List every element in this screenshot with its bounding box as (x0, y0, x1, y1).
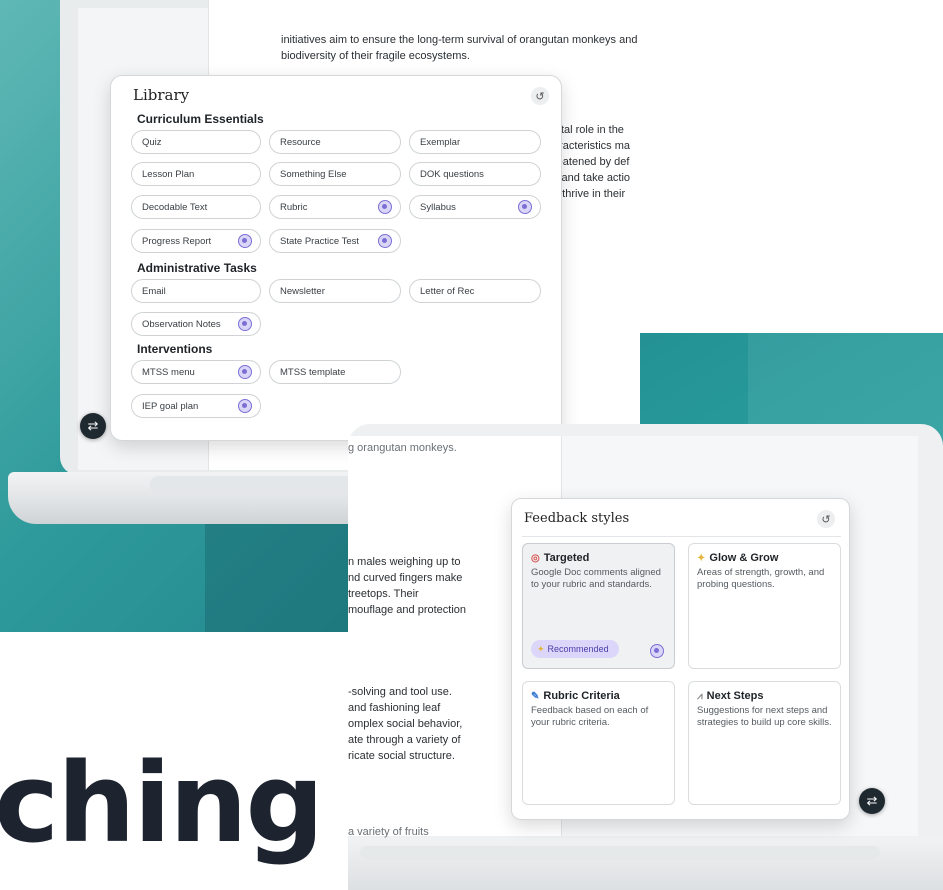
swap-icon: ⇄ (87, 418, 99, 433)
card-description: Google Doc comments aligned to your rubr… (531, 567, 661, 590)
feedback-card-targeted[interactable]: ◎ Targeted Google Doc comments aligned t… (522, 543, 675, 669)
chip-label: Quiz (142, 136, 162, 148)
premium-badge-icon (378, 200, 392, 214)
section-heading: Administrative Tasks (137, 261, 257, 275)
card-title: ◎ Targeted (531, 552, 666, 564)
chip-label: Something Else (280, 168, 347, 180)
premium-badge-icon (650, 644, 664, 658)
doc-line: initiatives aim to ensure the long-term … (281, 34, 638, 46)
divider (522, 536, 841, 537)
chip-label: Observation Notes (142, 318, 221, 330)
recommended-label: Recommended (547, 644, 609, 654)
premium-badge-icon (238, 399, 252, 413)
premium-badge-icon (518, 200, 532, 214)
library-item-mtss-template[interactable]: MTSS template (269, 360, 401, 384)
feedback-styles-title: Feedback styles (524, 511, 630, 526)
card-description: Areas of strength, growth, and probing q… (697, 567, 825, 590)
card-description: Suggestions for next steps and strategie… (697, 705, 832, 728)
swap-icon: ⇄ (866, 793, 878, 808)
recommended-badge: ✦ Recommended (531, 640, 619, 658)
target-icon: ◎ (531, 552, 540, 564)
premium-badge-icon (238, 365, 252, 379)
library-item-email[interactable]: Email (131, 279, 261, 303)
feedback-card-next-steps[interactable]: ⩘ Next Steps Suggestions for next steps … (688, 681, 841, 805)
premium-badge-icon (378, 234, 392, 248)
feedback-card-rubric-criteria[interactable]: ✎ Rubric Criteria Feedback based on each… (522, 681, 675, 805)
library-panel: Library ↺ Curriculum Essentials Quiz Res… (110, 75, 562, 441)
doc-line: reatened by def (553, 156, 630, 168)
hero-word: ching (0, 739, 324, 867)
road-icon: ⩘ (697, 690, 703, 702)
card-title: ✎ Rubric Criteria (531, 690, 666, 702)
library-item-quiz[interactable]: Quiz (131, 130, 261, 154)
library-item-observation-notes[interactable]: Observation Notes (131, 312, 261, 336)
premium-badge-icon (238, 317, 252, 331)
pencil-icon: ✎ (531, 690, 540, 702)
chip-label: Newsletter (280, 285, 325, 297)
doc-line: vital role in the (553, 124, 624, 136)
app-launcher-button[interactable]: ⇄ (80, 413, 106, 439)
library-item-iep-goal-plan[interactable]: IEP goal plan (131, 394, 261, 418)
library-item-decodable-text[interactable]: Decodable Text (131, 195, 261, 219)
chip-label: Syllabus (420, 201, 456, 213)
doc-paragraph-right: vital role in the aracteristics ma reate… (553, 122, 643, 202)
library-item-syllabus[interactable]: Syllabus (409, 195, 541, 219)
undo-icon: ↺ (535, 90, 545, 103)
doc-line: o thrive in their (553, 188, 626, 200)
chip-label: Decodable Text (142, 201, 208, 213)
library-item-dok-questions[interactable]: DOK questions (409, 162, 541, 186)
card-title: ✦ Glow & Grow (697, 552, 832, 564)
section-heading: Curriculum Essentials (137, 112, 264, 126)
doc-paragraph-top: initiatives aim to ensure the long-term … (281, 32, 641, 64)
chip-label: DOK questions (420, 168, 484, 180)
library-reset-button[interactable]: ↺ (531, 87, 549, 105)
library-item-letter-of-rec[interactable]: Letter of Rec (409, 279, 541, 303)
doc-line: s and take actio (553, 172, 631, 184)
chip-label: Exemplar (420, 136, 461, 148)
library-item-something-else[interactable]: Something Else (269, 162, 401, 186)
chip-label: Lesson Plan (142, 168, 195, 180)
app-launcher-button[interactable]: ⇄ (859, 788, 885, 814)
library-item-lesson-plan[interactable]: Lesson Plan (131, 162, 261, 186)
premium-badge-icon (238, 234, 252, 248)
card-title: ⩘ Next Steps (697, 690, 832, 702)
chip-label: Progress Report (142, 235, 212, 247)
library-item-resource[interactable]: Resource (269, 130, 401, 154)
library-item-state-practice-test[interactable]: State Practice Test (269, 229, 401, 253)
chip-label: Email (142, 285, 166, 297)
card-description: Feedback based on each of your rubric cr… (531, 705, 649, 728)
library-item-progress-report[interactable]: Progress Report (131, 229, 261, 253)
chip-label: Resource (280, 136, 321, 148)
chip-label: MTSS menu (142, 366, 195, 378)
laptop-keyboard-2 (360, 846, 880, 860)
doc-line: biodiversity of their fragile ecosystems… (281, 50, 470, 62)
library-item-newsletter[interactable]: Newsletter (269, 279, 401, 303)
card-title-text: Glow & Grow (709, 552, 779, 564)
library-title: Library (133, 86, 190, 104)
sparkle-icon: ✦ (697, 552, 706, 564)
chip-label: MTSS template (280, 366, 346, 378)
feedback-styles-panel: Feedback styles ↺ ◎ Targeted Google Doc … (511, 498, 850, 820)
chip-label: IEP goal plan (142, 400, 199, 412)
chip-label: Rubric (280, 201, 308, 213)
undo-icon: ↺ (821, 513, 831, 526)
library-item-exemplar[interactable]: Exemplar (409, 130, 541, 154)
library-item-rubric[interactable]: Rubric (269, 195, 401, 219)
doc-line: aracteristics ma (553, 140, 631, 152)
card-title-text: Targeted (543, 552, 590, 564)
feedback-reset-button[interactable]: ↺ (817, 510, 835, 528)
chip-label: Letter of Rec (420, 285, 475, 297)
doc-line: g orangutan monkeys. (348, 442, 457, 454)
card-title-text: Rubric Criteria (543, 690, 620, 702)
chip-label: State Practice Test (280, 235, 360, 247)
library-item-mtss-menu[interactable]: MTSS menu (131, 360, 261, 384)
section-heading: Interventions (137, 342, 213, 356)
feedback-card-glow-grow[interactable]: ✦ Glow & Grow Areas of strength, growth,… (688, 543, 841, 669)
sparkle-icon: ✦ (537, 643, 545, 654)
card-title-text: Next Steps (706, 690, 764, 702)
